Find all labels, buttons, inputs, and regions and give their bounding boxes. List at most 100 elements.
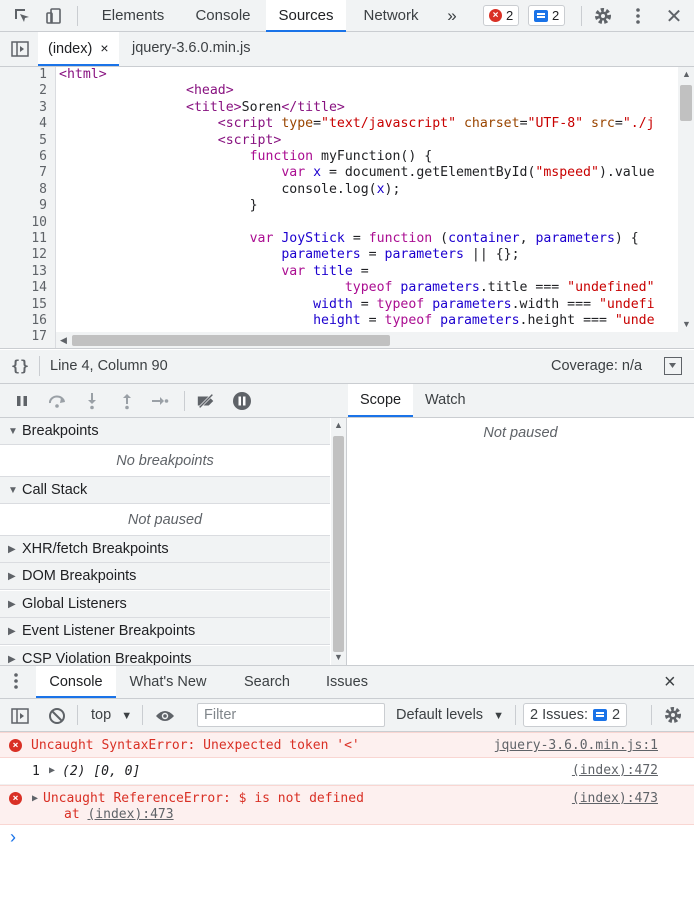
scroll-up-arrow[interactable]: ▲ xyxy=(334,420,343,430)
source-link[interactable]: jquery-3.6.0.min.js:1 xyxy=(494,738,658,753)
scroll-down-arrow[interactable]: ▼ xyxy=(334,652,343,662)
code-line: parameters = parameters || {}; xyxy=(281,247,520,263)
debugger-sidebar: ▼ Breakpoints No breakpoints ▼ Call Stac… xyxy=(0,418,347,665)
console-log-message[interactable]: 1 ▶ (2) [0, 0] (index):472 xyxy=(0,758,694,785)
issues-counter-button[interactable]: 2 Issues: 2 xyxy=(523,703,628,727)
drawer-tab-console[interactable]: Console xyxy=(36,666,116,698)
drawer-menu-icon[interactable] xyxy=(13,672,19,693)
global-listeners-header[interactable]: ▶ Global Listeners xyxy=(0,591,330,618)
code-line: var title = xyxy=(281,263,369,279)
context-selector[interactable]: top ▼ xyxy=(91,707,132,723)
source-link[interactable]: (index):472 xyxy=(572,763,658,778)
event-listener-breakpoints-header[interactable]: ▶ Event Listener Breakpoints xyxy=(0,618,330,645)
line-number: 6 xyxy=(39,149,47,164)
tab-watch[interactable]: Watch xyxy=(413,384,478,417)
stack-trace-link[interactable]: (index):473 xyxy=(87,807,173,822)
log-levels-dropdown[interactable]: Default levels ▼ xyxy=(396,707,504,723)
line-number: 5 xyxy=(39,132,47,148)
scroll-left-arrow[interactable]: ◀ xyxy=(60,335,67,346)
device-toolbar-icon[interactable] xyxy=(44,6,64,26)
console-toolbar: top ▼ Default levels ▼ 2 Issues: 2 xyxy=(0,699,694,732)
sidebar-scrollbar[interactable]: ▲ ▼ xyxy=(331,418,346,665)
console-filter-input[interactable] xyxy=(197,703,385,727)
toggle-debugger-icon[interactable] xyxy=(664,357,682,375)
line-number: 17 xyxy=(31,329,47,345)
console-input-area[interactable]: › xyxy=(0,825,694,914)
drawer-tab-issues[interactable]: Issues xyxy=(315,666,379,698)
toolbar-divider xyxy=(39,356,40,376)
close-drawer-icon[interactable]: × xyxy=(664,671,676,694)
settings-gear-icon[interactable] xyxy=(593,6,613,26)
line-number: 11 xyxy=(31,231,47,246)
file-tab-jquery[interactable]: jquery-3.6.0.min.js xyxy=(122,32,260,66)
dom-breakpoints-header[interactable]: ▶ DOM Breakpoints xyxy=(0,563,330,590)
close-devtools-icon[interactable]: ✕ xyxy=(664,6,684,28)
log-value[interactable]: (2) [0, 0] xyxy=(62,764,140,779)
inspect-element-icon[interactable] xyxy=(12,6,32,26)
step-over-icon[interactable] xyxy=(47,391,67,411)
scrollbar-thumb[interactable] xyxy=(680,85,692,121)
scroll-down-arrow[interactable]: ▼ xyxy=(682,319,691,329)
code-line: <title>Soren</title> xyxy=(186,99,345,115)
more-tabs-button[interactable]: » xyxy=(440,0,464,32)
issues-count: 2 xyxy=(612,707,621,723)
error-count-badge[interactable]: × 2 xyxy=(483,5,520,26)
dropdown-arrow-icon: ▼ xyxy=(493,710,504,722)
more-options-icon[interactable] xyxy=(628,6,648,26)
drawer-tab-search[interactable]: Search xyxy=(232,666,302,698)
tab-network[interactable]: Network xyxy=(351,0,431,32)
console-settings-gear-icon[interactable] xyxy=(663,705,683,725)
close-tab-icon[interactable]: × xyxy=(100,40,108,56)
tab-scope[interactable]: Scope xyxy=(348,384,414,417)
scrollbar-thumb[interactable] xyxy=(72,335,390,346)
breakpoints-header[interactable]: ▼ Breakpoints xyxy=(0,418,330,445)
dropdown-arrow-icon: ▼ xyxy=(121,710,133,722)
code-editor[interactable]: 1 2 3 4 5 6 7 8 9 10 11 12 13 14 15 16 1… xyxy=(0,67,694,349)
live-expression-eye-icon[interactable] xyxy=(155,706,175,726)
call-stack-header[interactable]: ▼ Call Stack xyxy=(0,477,330,504)
deactivate-breakpoints-icon[interactable] xyxy=(196,391,216,411)
step-into-icon[interactable] xyxy=(82,391,102,411)
pane-title: Global Listeners xyxy=(22,596,127,612)
clear-console-icon[interactable] xyxy=(47,706,67,726)
csp-violation-breakpoints-header[interactable]: ▶ CSP Violation Breakpoints xyxy=(0,646,330,665)
console-error-message[interactable]: × ▶ Uncaught ReferenceError: $ is not de… xyxy=(0,785,694,825)
step-icon[interactable] xyxy=(150,391,170,411)
issue-message-icon xyxy=(593,709,608,721)
source-link[interactable]: (index):473 xyxy=(572,791,658,806)
line-number: 10 xyxy=(31,214,47,230)
show-console-sidebar-icon[interactable] xyxy=(10,706,30,726)
debugger-toolbar xyxy=(0,384,347,418)
drawer-tab-whats-new[interactable]: What's New xyxy=(118,666,218,698)
collapsed-triangle-icon: ▶ xyxy=(8,544,16,555)
drawer-tabbar: Console What's New Search Issues × xyxy=(0,665,694,699)
pane-title: Event Listener Breakpoints xyxy=(22,623,196,639)
expanded-triangle-icon: ▼ xyxy=(8,426,18,437)
tab-elements[interactable]: Elements xyxy=(90,0,176,32)
pause-icon[interactable] xyxy=(12,391,32,411)
xhr-breakpoints-header[interactable]: ▶ XHR/fetch Breakpoints xyxy=(0,536,330,563)
tab-sources[interactable]: Sources xyxy=(266,0,346,32)
editor-horizontal-scrollbar[interactable]: ◀ xyxy=(56,332,694,348)
file-tab-index[interactable]: (index) × xyxy=(38,32,119,66)
expand-triangle-icon[interactable]: ▶ xyxy=(49,765,55,776)
error-text: Uncaught ReferenceError: $ is not define… xyxy=(43,791,364,806)
pause-on-exceptions-icon[interactable] xyxy=(232,391,252,411)
expand-triangle-icon[interactable]: ▶ xyxy=(32,793,38,804)
scroll-up-arrow[interactable]: ▲ xyxy=(682,69,691,79)
stack-trace-line: at (index):473 xyxy=(64,807,174,822)
error-icon: × xyxy=(489,9,502,22)
toggle-navigator-icon[interactable] xyxy=(10,39,30,59)
error-text: Uncaught SyntaxError: Unexpected token '… xyxy=(31,738,360,753)
tab-console[interactable]: Console xyxy=(180,0,266,32)
step-out-icon[interactable] xyxy=(117,391,137,411)
message-count-badge[interactable]: 2 xyxy=(528,5,566,26)
collapsed-triangle-icon: ▶ xyxy=(8,571,16,582)
pretty-print-button[interactable]: {} xyxy=(11,357,29,375)
code-line: function myFunction() { xyxy=(249,149,433,164)
editor-vertical-scrollbar[interactable]: ▲ ▼ xyxy=(678,67,694,333)
scrollbar-thumb[interactable] xyxy=(333,436,344,652)
collapsed-triangle-icon: ▶ xyxy=(8,626,16,637)
editor-status-bar: {} Line 4, Column 90 Coverage: n/a xyxy=(0,350,694,384)
console-error-message[interactable]: × Uncaught SyntaxError: Unexpected token… xyxy=(0,732,694,758)
